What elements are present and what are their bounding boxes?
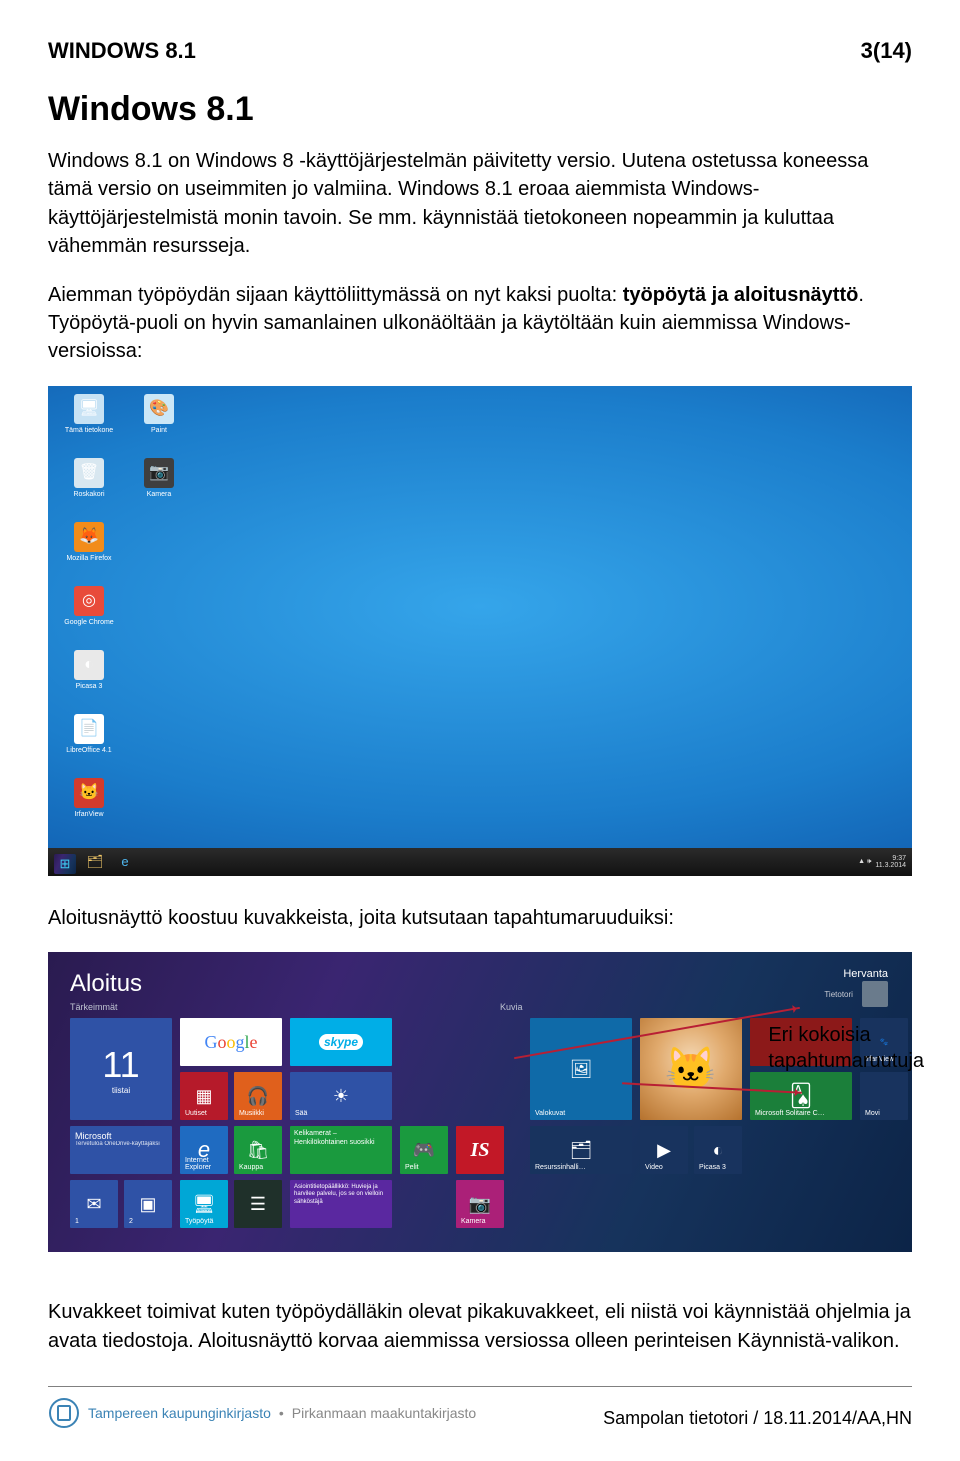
tile-generic[interactable]: ▣2 (124, 1180, 172, 1228)
desktop-icon[interactable]: 🦊Mozilla Firefox (56, 522, 122, 586)
footer-date: Sampolan tietotori / 18.11.2014/AA,HN (603, 1408, 912, 1429)
start-screen-wrapper: Aloitus Tärkeimmät Kuvia Hervanta Tietot… (48, 952, 912, 1252)
paragraph-2: Aiemman työpöydän sijaan käyttöliittymäs… (48, 281, 912, 366)
tile-weather[interactable]: ☀Sää (290, 1072, 392, 1120)
ie-icon[interactable]: e (114, 852, 136, 872)
desktop-icon[interactable]: 🐱IrfanView (56, 778, 122, 842)
tile-store[interactable]: 🛍Kauppa (234, 1126, 282, 1174)
tile-calendar[interactable]: 11 tiistai (70, 1018, 172, 1120)
desktop-icon[interactable]: 🎨Paint (126, 394, 192, 458)
logo-icon (48, 1397, 80, 1429)
tile-google[interactable]: Google (180, 1018, 282, 1066)
section-label-1: Tärkeimmät (70, 1002, 118, 1012)
file-explorer-icon[interactable]: 🗂 (84, 852, 106, 872)
annotation-text: Eri kokoisia tapahtumaruutuja (768, 1022, 924, 1074)
desktop-icon[interactable]: ◐Picasa 3 (56, 650, 122, 714)
tile-camera[interactable]: 📷Kamera (456, 1180, 504, 1228)
taskbar: ⊞ 🗂 e ▲ 🕪 9:37 11.3.2014 (48, 848, 912, 876)
desktop-icons: 🖥Tämä tietokone🎨Paint🗑Roskakori📷Kamera🦊M… (56, 394, 192, 842)
tile-xbox[interactable]: 🎮Pelit (400, 1126, 448, 1174)
start-button-icon[interactable]: ⊞ (54, 854, 76, 874)
tile-movi[interactable]: Movi (860, 1072, 908, 1120)
paragraph-3: Aloitusnäyttö koostuu kuvakkeista, joita… (48, 904, 912, 932)
avatar (862, 981, 888, 1007)
section-label-2: Kuvia (500, 1002, 523, 1012)
footer-rule (48, 1386, 912, 1387)
desktop-icon (126, 714, 192, 778)
desktop-icon (126, 586, 192, 650)
page-title: Windows 8.1 (48, 90, 912, 129)
tile-desktop[interactable]: 🖥Työpöytä (180, 1180, 228, 1228)
desktop-icon[interactable]: 🗑Roskakori (56, 458, 122, 522)
paragraph-1: Windows 8.1 on Windows 8 -käyttöjärjeste… (48, 147, 912, 261)
tile-resources[interactable]: 🗂Resurssinhalli… (530, 1126, 632, 1174)
desktop-icon[interactable]: 🖥Tämä tietokone (56, 394, 122, 458)
desktop-icon[interactable]: 📄LibreOffice 4.1 (56, 714, 122, 778)
tile-picasa[interactable]: ◐Picasa 3 (694, 1126, 742, 1174)
tile-asio[interactable]: Asiointitietopäällikkö: Huvieja ja harvi… (290, 1180, 392, 1228)
page-header: WINDOWS 8.1 3(14) (48, 38, 912, 64)
start-screen-screenshot: Aloitus Tärkeimmät Kuvia Hervanta Tietot… (48, 952, 912, 1252)
header-left: WINDOWS 8.1 (48, 38, 196, 64)
tile-is[interactable]: IS (456, 1126, 504, 1174)
desktop-icon (126, 522, 192, 586)
paragraph-4: Kuvakkeet toimivat kuten työpöydälläkin … (48, 1298, 912, 1355)
tile-microsoft[interactable]: Microsoft Tervetuloa OneDrive-käyttäjäks… (70, 1126, 172, 1174)
page-footer: Tampereen kaupunginkirjasto • Pirkanmaan… (48, 1386, 912, 1429)
tile-skype[interactable]: skype (290, 1018, 392, 1066)
desktop-icon[interactable]: ◎Google Chrome (56, 586, 122, 650)
tile-keli[interactable]: Kelikamerat – Henkilökohtainen suosikki (290, 1126, 392, 1174)
tile-video[interactable]: ▶Video (640, 1126, 688, 1174)
header-right: 3(14) (861, 38, 912, 64)
start-title: Aloitus (70, 970, 142, 998)
user-chip[interactable]: Hervanta Tietotori (824, 968, 888, 1007)
tile-ie[interactable]: eInternet Explorer (180, 1126, 228, 1174)
tile-small[interactable]: ☰ (234, 1180, 282, 1228)
tile-news[interactable]: ▦Uutiset (180, 1072, 228, 1120)
system-tray: ▲ 🕪 9:37 11.3.2014 (858, 855, 906, 869)
tile-photos[interactable]: 🖼Valokuvat (530, 1018, 632, 1120)
desktop-screenshot: 🖥Tämä tietokone🎨Paint🗑Roskakori📷Kamera🦊M… (48, 386, 912, 876)
tile-music[interactable]: 🎧Musiikki (234, 1072, 282, 1120)
tile-mail[interactable]: ✉1 (70, 1180, 118, 1228)
desktop-icon[interactable]: 📷Kamera (126, 458, 192, 522)
desktop-icon (126, 650, 192, 714)
